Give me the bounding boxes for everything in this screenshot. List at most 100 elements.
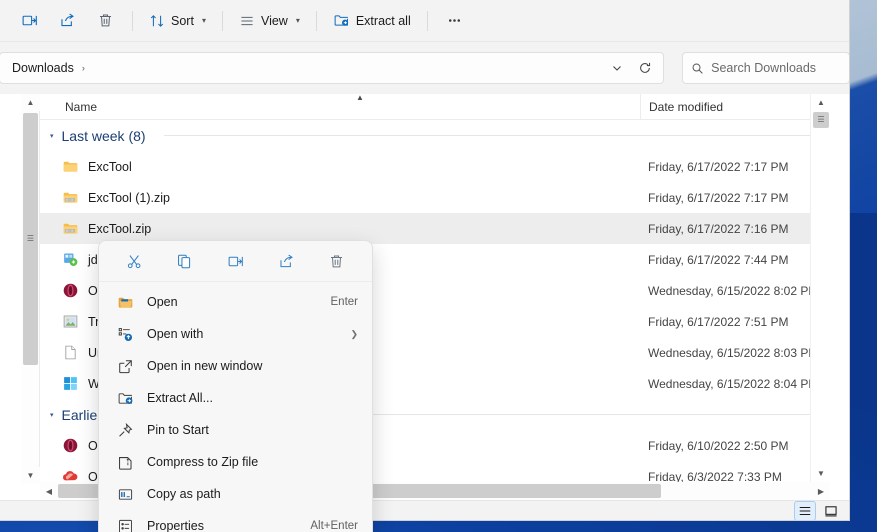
rename-icon: [21, 12, 38, 29]
breadcrumb-downloads[interactable]: Downloads: [10, 59, 76, 77]
scroll-right-icon[interactable]: ▶: [812, 482, 830, 500]
screen: Sort ▾ View ▾ Extract all Downloads › Se…: [0, 0, 877, 532]
file-date-cell: Wednesday, 6/15/2022 8:04 PM: [648, 376, 819, 391]
extract-all-icon: [117, 390, 134, 407]
open-folder-icon: [117, 294, 134, 311]
menu-item-compress-to-zip[interactable]: Compress to Zip file: [103, 446, 368, 478]
opera-icon: [62, 437, 79, 454]
scroll-up-icon[interactable]: ▲: [21, 94, 40, 111]
file-name-label: ExcTool.zip: [88, 221, 152, 236]
chevron-down-icon: ▾: [201, 16, 206, 25]
menu-item-open-with[interactable]: Open with ❯: [103, 318, 368, 350]
chevron-down-icon[interactable]: [603, 55, 631, 81]
chevron-right-icon: ❯: [350, 328, 358, 339]
file-name-cell: ExcTool.zip: [40, 220, 640, 237]
view-button[interactable]: View ▾: [231, 5, 308, 37]
context-menu-toolbar: [99, 241, 372, 282]
group-header-last-week[interactable]: ▾ Last week (8): [40, 120, 830, 151]
folder-icon: [62, 158, 79, 175]
view-icon: [239, 13, 255, 29]
menu-item-label: Extract All...: [147, 391, 213, 405]
extract-all-label: Extract all: [355, 13, 411, 28]
delete-button[interactable]: [319, 246, 355, 276]
scroll-left-icon[interactable]: ◀: [40, 482, 58, 500]
share-button[interactable]: [48, 5, 86, 37]
search-placeholder: Search Downloads: [711, 61, 817, 75]
menu-item-pin-to-start[interactable]: Pin to Start: [103, 414, 368, 446]
extract-all-button[interactable]: Extract all: [325, 5, 419, 37]
delete-button[interactable]: [86, 5, 124, 37]
menu-item-label: Pin to Start: [147, 423, 209, 437]
address-bar[interactable]: Downloads ›: [0, 52, 665, 84]
scrollbar-thumb[interactable]: ☰: [23, 113, 38, 365]
share-icon: [59, 12, 76, 29]
menu-item-open[interactable]: Open Enter: [103, 286, 368, 318]
chevron-down-icon: ▾: [295, 16, 300, 25]
file-date-cell: Wednesday, 6/15/2022 8:02 PM: [648, 283, 819, 298]
more-options-button[interactable]: [436, 5, 474, 37]
file-date-cell: Friday, 6/17/2022 7:17 PM: [648, 190, 789, 205]
delete-icon: [328, 253, 345, 270]
table-row[interactable]: ExcTool Friday, 6/17/2022 7:17 PM: [40, 151, 830, 182]
menu-item-properties[interactable]: Properties Alt+Enter: [103, 510, 368, 532]
copy-path-icon: [117, 486, 134, 503]
file-name-cell: ExcTool (1).zip: [40, 189, 640, 206]
menu-item-extract-all[interactable]: Extract All...: [103, 382, 368, 414]
column-header-name[interactable]: Name ▲: [40, 93, 640, 114]
preview-pane-button[interactable]: [820, 501, 842, 520]
refresh-icon[interactable]: [631, 55, 659, 81]
nav-pane-scrollbar[interactable]: ▲ ☰ ▼: [21, 94, 40, 484]
delete-icon: [97, 12, 114, 29]
scroll-down-icon[interactable]: ▼: [21, 467, 40, 484]
grip-icon: ☰: [817, 115, 825, 124]
menu-item-copy-as-path[interactable]: Copy as path: [103, 478, 368, 510]
menu-item-label: Open: [147, 295, 178, 309]
grip-icon: ☰: [26, 234, 35, 243]
sort-icon: [149, 13, 165, 29]
context-menu: Open Enter Open with ❯ Open in new windo…: [98, 240, 373, 532]
menu-item-label: Compress to Zip file: [147, 455, 259, 469]
rename-button[interactable]: [217, 246, 253, 276]
share-icon: [278, 253, 295, 270]
menu-item-accel: Enter: [330, 296, 359, 308]
search-input[interactable]: Search Downloads: [682, 52, 849, 84]
rename-button[interactable]: [10, 5, 48, 37]
more-icon: [446, 12, 463, 29]
sort-label: Sort: [171, 13, 194, 28]
menu-item-open-in-new-window[interactable]: Open in new window: [103, 350, 368, 382]
file-name-label: ExcTool (1).zip: [88, 190, 170, 205]
sort-ascending-icon: ▲: [356, 92, 364, 102]
menu-item-label: Open in new window: [147, 359, 263, 373]
table-row[interactable]: ExcTool (1).zip Friday, 6/17/2022 7:17 P…: [40, 182, 830, 213]
scrollbar-thumb[interactable]: ☰: [813, 112, 829, 128]
toolbar-divider-2: [221, 10, 223, 31]
menu-item-label: Properties: [147, 519, 204, 532]
rename-icon: [227, 253, 244, 270]
group-header-label: Last week (8): [61, 127, 146, 144]
cut-button[interactable]: [116, 246, 152, 276]
pin-icon: [117, 422, 134, 439]
view-label: View: [260, 13, 288, 28]
sort-button[interactable]: Sort ▾: [141, 5, 214, 37]
group-header-label: Earlier: [61, 406, 102, 423]
scroll-up-icon[interactable]: ▲: [811, 94, 831, 111]
collapse-triangle-icon[interactable]: ▾: [50, 411, 54, 419]
properties-icon: [117, 518, 134, 532]
scroll-down-icon[interactable]: ▼: [811, 465, 831, 482]
zip-icon: [62, 220, 79, 237]
share-button[interactable]: [268, 246, 304, 276]
file-date-cell: Friday, 6/17/2022 7:16 PM: [648, 221, 789, 236]
menu-item-accel: Alt+Enter: [310, 520, 358, 532]
file-list-scrollbar[interactable]: ▲ ☰ ▼: [810, 94, 831, 520]
copy-icon: [176, 253, 193, 270]
image-icon: [62, 313, 79, 330]
collapse-triangle-icon[interactable]: ▾: [50, 132, 54, 140]
column-header-date-modified[interactable]: Date modified: [640, 94, 830, 119]
copy-button[interactable]: [167, 246, 203, 276]
group-divider: [163, 135, 824, 136]
file-icon: [62, 344, 79, 361]
command-bar: Sort ▾ View ▾ Extract all: [0, 0, 849, 42]
view-toggle-group: [794, 501, 842, 520]
details-view-button[interactable]: [794, 501, 816, 520]
file-name-cell: ExcTool: [40, 158, 640, 175]
